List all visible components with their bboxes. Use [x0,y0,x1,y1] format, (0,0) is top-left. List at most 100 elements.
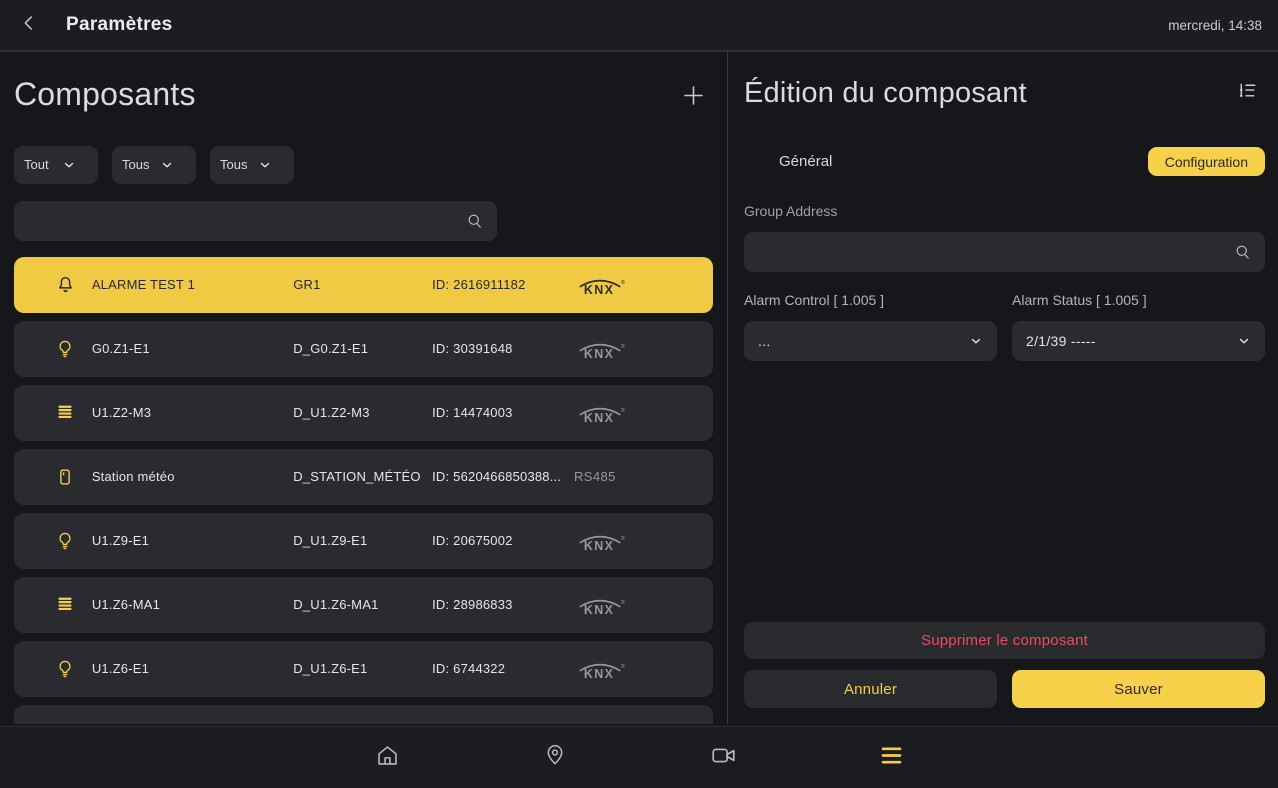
tree-list-icon [1236,90,1259,107]
protocol-label: RS485 [574,469,703,484]
svg-text:KNX: KNX [584,411,614,425]
component-name: Station météo [92,469,293,484]
location-icon [542,742,568,773]
component-group: D_U1.Z6-E1 [293,661,432,676]
component-row[interactable]: Station météo D_STATION_MÉTÉO ID: 562046… [14,449,713,505]
svg-text:®: ® [621,535,625,542]
filter-dropdown-1[interactable]: Tout [14,146,98,184]
filter-bar: Tout Tous Tous [14,146,713,184]
svg-text:KNX: KNX [584,347,614,361]
group-address-box [744,232,1265,272]
svg-text:KNX: KNX [584,283,614,297]
bulb-icon [54,658,78,680]
tree-view-button[interactable] [1236,80,1259,108]
component-group: D_G0.Z1-E1 [293,341,432,356]
component-id: ID: 30391648 [432,341,574,356]
svg-text:KNX: KNX [584,539,614,553]
alarm-control-label: Alarm Control [ 1.005 ] [744,292,997,310]
svg-text:®: ® [621,343,625,350]
chevron-down-icon [969,334,983,348]
nav-item-location[interactable] [471,742,639,773]
component-row[interactable]: U1.Z6-MA1 D_U1.Z6-MA1 ID: 28986833 KNX ® [14,577,713,633]
knx-logo: KNX ® [574,337,703,361]
bulb-icon [54,338,78,360]
filter-label: Tout [24,157,56,172]
component-row[interactable]: U1.Z9-E1 D_U1.Z9-E1 ID: 20675002 KNX® [14,513,713,569]
component-name: U1.Z9-E1 [92,533,293,548]
svg-text:®: ® [621,599,625,606]
editor-title: Édition du composant [744,74,1027,112]
nav-item-camera[interactable] [639,741,807,775]
chevron-down-icon [258,158,272,172]
page-title: Paramètres [66,14,173,36]
alarm-control-value: ... [758,333,771,349]
knx-logo: KNX® [574,273,703,297]
component-row[interactable]: U1.Z2-M3 D_U1.Z2-M3 ID: 14474003 KNX® [14,385,713,441]
component-name: U1.Z6-E1 [92,661,293,676]
bell-icon [54,273,78,296]
component-row[interactable]: G0.Z1-E1 D_G0.Z1-E1 ID: 30391648 KNX ® [14,321,713,377]
component-id: ID: 2616911182 [432,277,574,292]
component-row[interactable]: U1.Z6-E1 D_U1.Z6-E1 ID: 6744322 KNX ® [14,641,713,697]
component-search-box [14,201,497,241]
filter-label: Tous [220,157,252,172]
component-name: U1.Z6-MA1 [92,597,293,612]
cancel-button[interactable]: Annuler [744,670,997,708]
back-button[interactable] [16,12,42,38]
svg-text:®: ® [621,407,625,414]
component-id: ID: 5620466850388... [432,469,574,484]
chevron-down-icon [160,158,174,172]
blinds-icon [54,402,78,424]
tab-configuration[interactable]: Configuration [1148,147,1265,176]
components-panel: Composants Tout Tous Tous AL [0,52,728,724]
component-group: D_U1.Z6-MA1 [293,597,432,612]
component-list: ALARME TEST 1 GR1 ID: 2616911182 KNX® G0… [14,257,713,724]
chevron-down-icon [62,158,76,172]
bulb-icon [54,530,78,552]
station-icon [54,466,78,488]
chevron-down-icon [1237,334,1251,348]
save-button[interactable]: Sauver [1012,670,1265,708]
nav-item-home[interactable] [303,742,471,774]
alarm-status-value: 2/1/39 ----- [1026,333,1096,349]
alarm-status-label: Alarm Status [ 1.005 ] [1012,292,1265,310]
alarm-control-select[interactable]: ... [744,321,997,361]
clock-label: mercredi, 14:38 [1168,18,1262,33]
component-id: ID: 20675002 [432,533,574,548]
svg-text:KNX: KNX [584,667,614,681]
component-id: ID: 6744322 [432,661,574,676]
knx-logo: KNX® [574,721,703,724]
component-group: D_U1.Z2-M3 [293,405,432,420]
component-row[interactable]: KNX® [14,705,713,724]
nav-item-menu[interactable] [807,741,975,775]
tab-general[interactable]: Général [779,153,832,170]
group-address-input[interactable] [756,244,1233,260]
filter-label: Tous [122,157,154,172]
component-search-input[interactable] [26,213,465,229]
svg-text:KNX: KNX [584,603,614,617]
component-name: G0.Z1-E1 [92,341,293,356]
bulb-icon [54,722,78,724]
add-component-button[interactable] [680,82,707,114]
knx-logo: KNX ® [574,593,703,617]
delete-component-button[interactable]: Supprimer le composant [744,622,1265,659]
blinds-icon [54,594,78,616]
component-id: ID: 28986833 [432,597,574,612]
component-name: U1.Z2-M3 [92,405,293,420]
filter-dropdown-2[interactable]: Tous [112,146,196,184]
svg-text:®: ® [621,663,625,670]
search-icon [465,211,485,231]
alarm-status-select[interactable]: 2/1/39 ----- [1012,321,1265,361]
camera-icon [709,741,738,775]
knx-logo: KNX ® [574,529,703,553]
component-row[interactable]: ALARME TEST 1 GR1 ID: 2616911182 KNX® [14,257,713,313]
search-icon [1233,242,1253,262]
component-group: D_STATION_MÉTÉO [293,469,432,484]
component-name: ALARME TEST 1 [92,277,293,292]
filter-dropdown-3[interactable]: Tous [210,146,294,184]
component-group: GR1 [293,277,432,292]
top-bar: Paramètres mercredi, 14:38 [0,0,1278,52]
group-address-label: Group Address [744,203,1265,221]
plus-icon [680,96,707,113]
component-editor-panel: Édition du composant Général Configurati… [728,52,1278,724]
